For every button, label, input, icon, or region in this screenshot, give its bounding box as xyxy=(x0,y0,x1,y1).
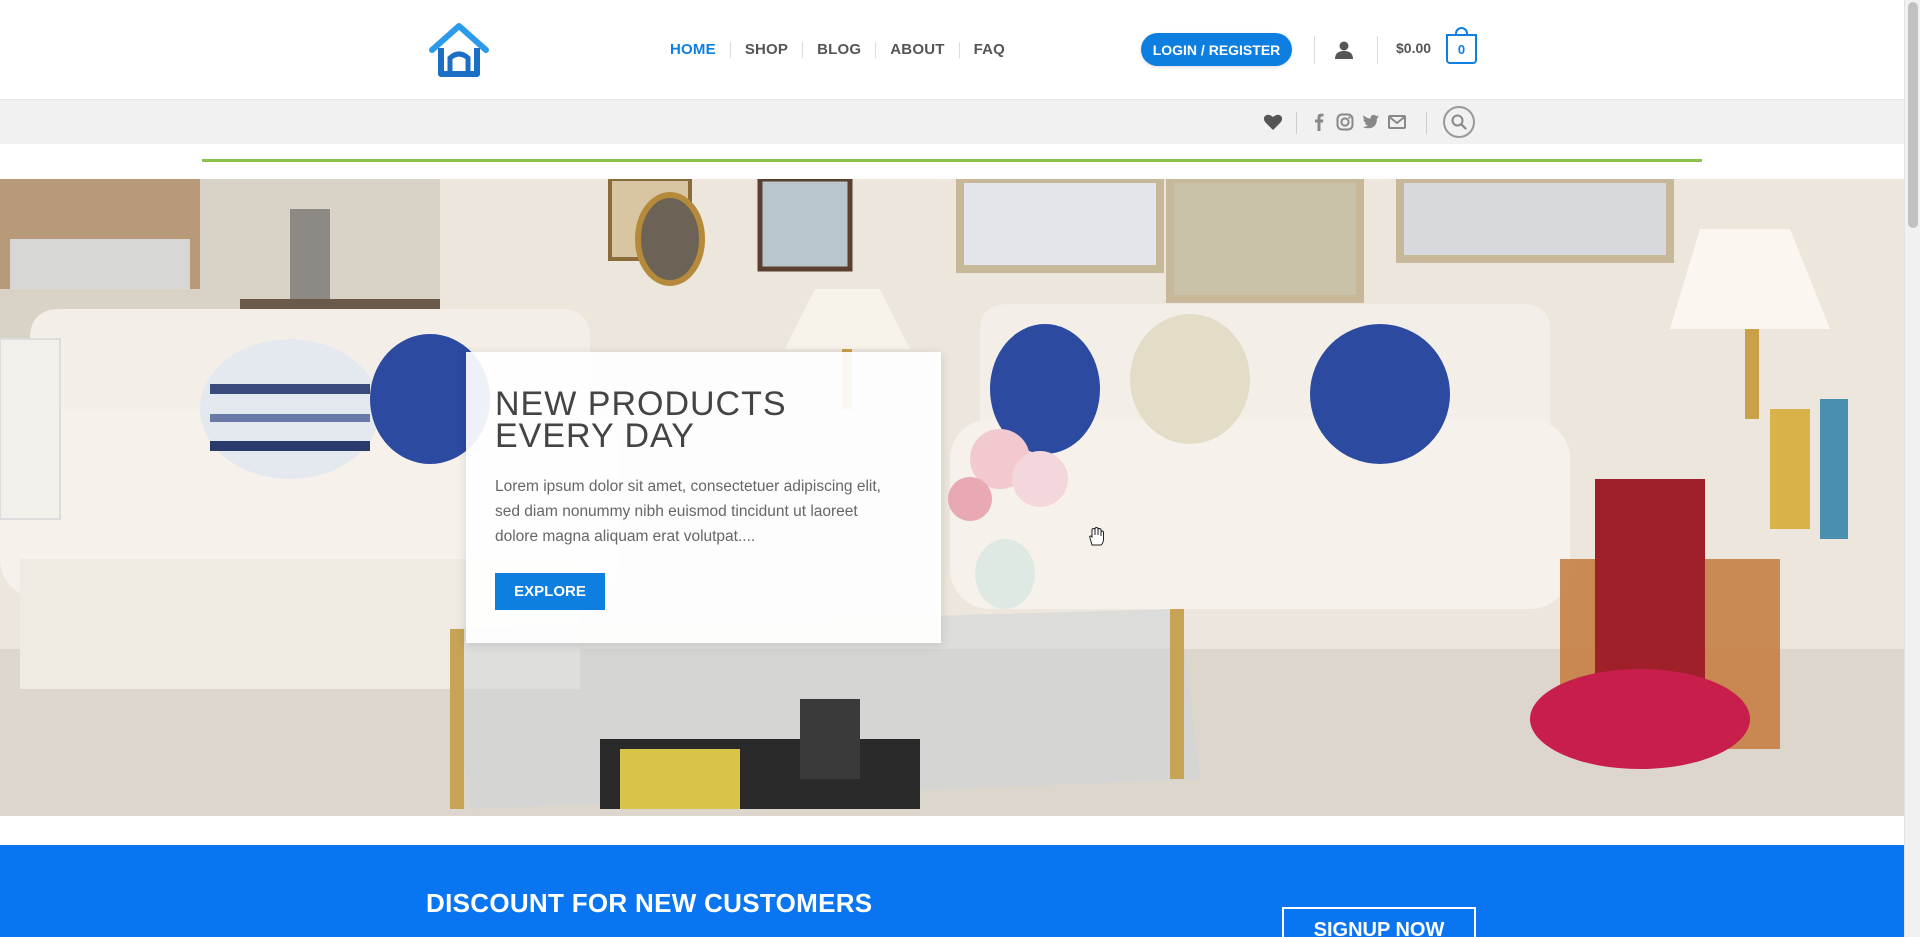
site-header: HOME SHOP BLOG ABOUT FAQ LOGIN / REGISTE… xyxy=(0,0,1904,99)
hero-description: Lorem ipsum dolor sit amet, consectetuer… xyxy=(495,478,881,545)
top-bar xyxy=(0,99,1904,144)
nav-blog[interactable]: BLOG xyxy=(802,42,875,58)
page-scrollbar[interactable] xyxy=(1904,0,1920,937)
nav-faq[interactable]: FAQ xyxy=(958,42,1019,58)
divider xyxy=(1314,36,1315,64)
instagram-icon[interactable] xyxy=(1336,113,1354,136)
cart-count-badge[interactable]: 0 xyxy=(1446,34,1477,64)
hand-cursor-icon xyxy=(1086,526,1106,552)
signup-now-button[interactable]: SIGNUP NOW xyxy=(1282,907,1476,937)
facebook-icon[interactable] xyxy=(1314,112,1324,137)
main-nav: HOME SHOP BLOG ABOUT FAQ xyxy=(656,36,1019,64)
cart-total[interactable]: $0.00 xyxy=(1396,40,1431,56)
divider xyxy=(1426,112,1427,134)
user-icon[interactable] xyxy=(1333,39,1355,61)
house-logo-icon[interactable] xyxy=(428,22,490,78)
search-icon xyxy=(1451,114,1467,130)
nav-about[interactable]: ABOUT xyxy=(875,42,958,58)
email-icon[interactable] xyxy=(1388,115,1406,134)
divider xyxy=(1296,112,1297,134)
discount-banner: DISCOUNT FOR NEW CUSTOMERS SIGNUP NOW xyxy=(0,845,1904,937)
twitter-icon[interactable] xyxy=(1362,114,1380,135)
hero-promo-card: NEW PRODUCTS EVERY DAY Lorem ipsum dolor… xyxy=(466,352,941,643)
hero-title: NEW PRODUCTS EVERY DAY xyxy=(495,385,787,455)
nav-home[interactable]: HOME xyxy=(656,42,730,58)
divider xyxy=(1377,36,1378,64)
accent-divider-line xyxy=(202,159,1702,162)
living-room-photo xyxy=(0,179,1904,816)
nav-shop[interactable]: SHOP xyxy=(729,42,802,58)
discount-title: DISCOUNT FOR NEW CUSTOMERS xyxy=(426,888,873,918)
scrollbar-thumb[interactable] xyxy=(1908,2,1918,228)
explore-button[interactable]: EXPLORE xyxy=(495,573,605,610)
heart-icon[interactable] xyxy=(1263,113,1283,136)
search-button[interactable] xyxy=(1443,106,1475,138)
login-register-button[interactable]: LOGIN / REGISTER xyxy=(1141,33,1292,66)
hero-banner: NEW PRODUCTS EVERY DAY Lorem ipsum dolor… xyxy=(0,179,1904,816)
